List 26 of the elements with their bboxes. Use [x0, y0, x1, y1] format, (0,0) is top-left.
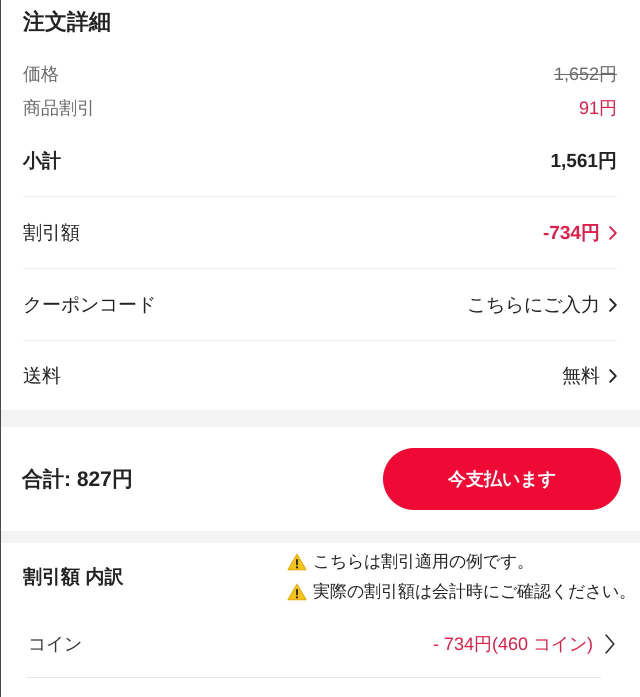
row-label: コイン [27, 632, 82, 656]
row-value-link[interactable]: -734円 [542, 220, 617, 246]
row-value: 1,652円 [554, 63, 617, 86]
row-label: クーポンコード [23, 294, 156, 318]
section-title: 割引額 内訳 [23, 566, 124, 590]
note-text: 実際の割引額は会計時にご確認ください。 [313, 580, 636, 602]
section-title: 注文詳細 [23, 8, 112, 36]
row-label: 商品割引 [23, 97, 95, 120]
note-text: こちらは割引適用の例です。 [313, 550, 534, 572]
row-value: 91円 [578, 97, 617, 120]
chevron-right-icon [609, 226, 617, 240]
row-label: 小計 [23, 150, 61, 174]
chevron-right-icon [605, 634, 615, 654]
chevron-right-icon [609, 368, 617, 382]
total-amount: 合計: 827円 [22, 467, 133, 493]
row-value-link[interactable]: - 734円(460 コイン) [432, 632, 615, 656]
pay-now-button[interactable]: 今支払います [383, 448, 621, 510]
warning-icon [287, 552, 307, 570]
row-value-link[interactable]: 無料 [562, 362, 617, 388]
row-value: 1,561円 [550, 150, 617, 174]
chevron-right-icon [609, 298, 617, 312]
row-label: 割引額 [23, 222, 80, 246]
row-label: 送料 [23, 364, 61, 388]
row-label: 価格 [23, 63, 59, 86]
warning-icon [287, 582, 307, 600]
row-value-link[interactable]: こちらにご入力 [467, 292, 617, 318]
